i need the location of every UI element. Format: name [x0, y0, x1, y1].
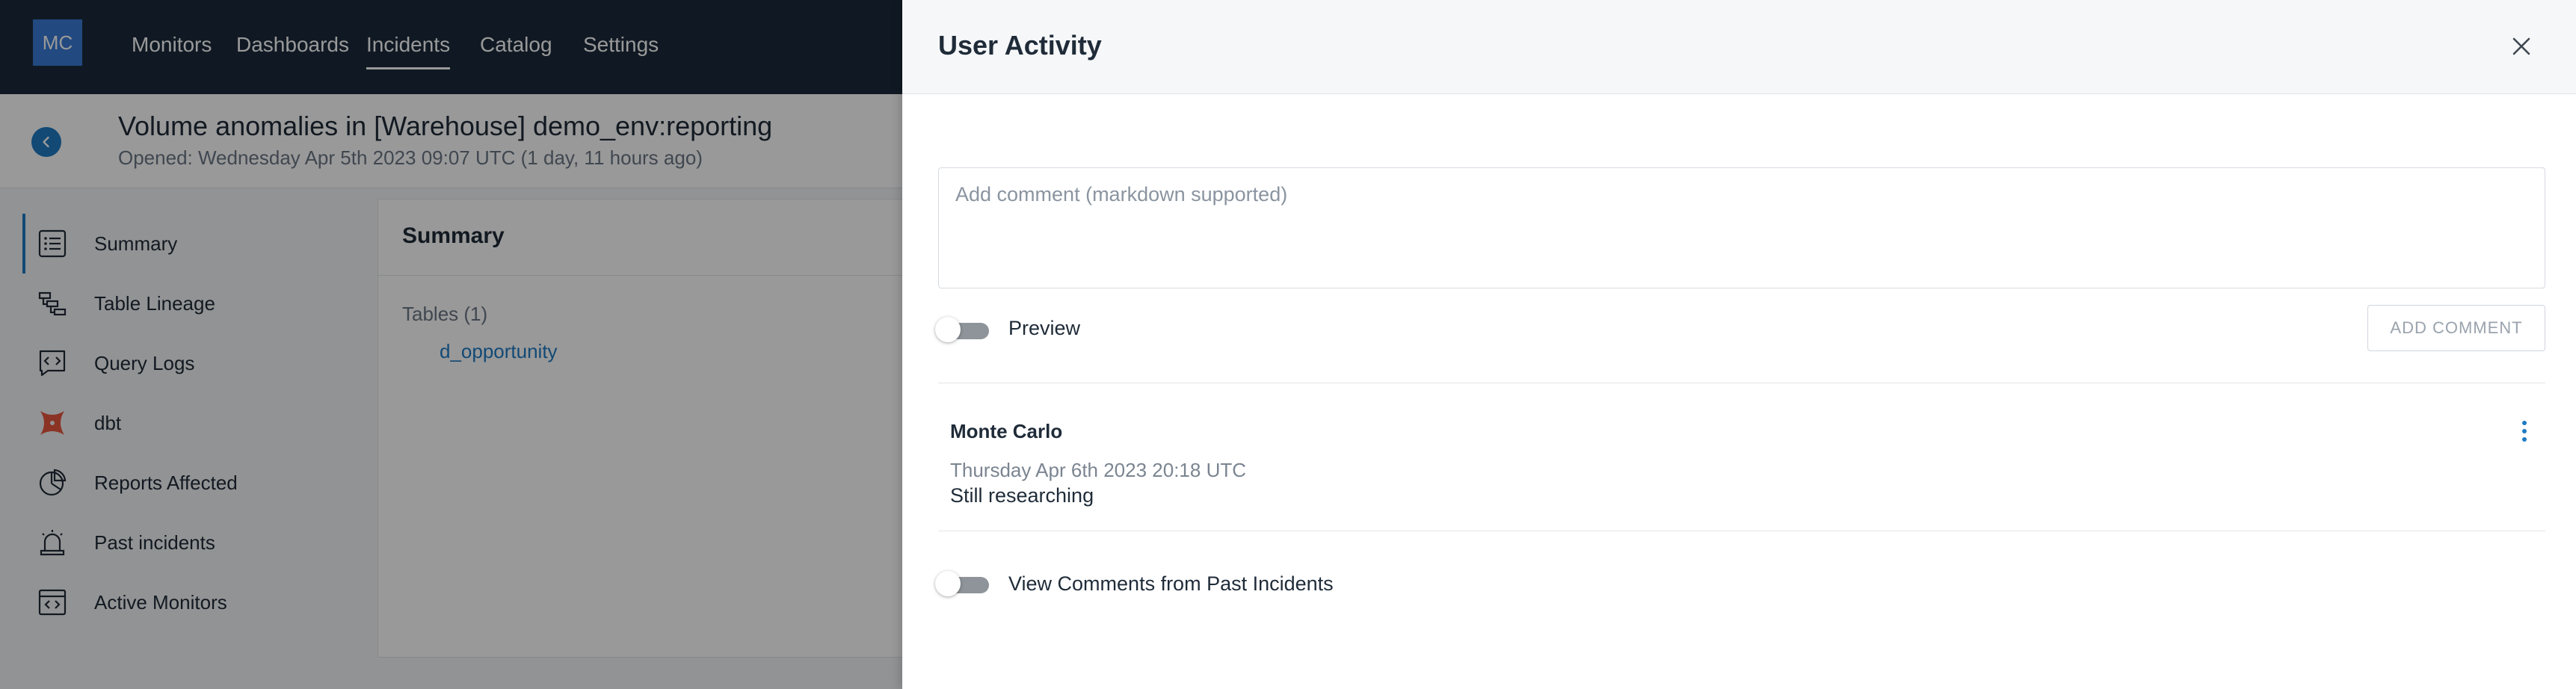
comment-menu-icon[interactable] [2517, 418, 2532, 444]
comment-input[interactable] [938, 167, 2545, 288]
user-activity-drawer: User Activity Preview ADD COMMENT Monte … [902, 0, 2576, 689]
comment-author: Monte Carlo [950, 420, 1063, 442]
add-comment-button[interactable]: ADD COMMENT [2367, 305, 2545, 351]
preview-toggle-knob [935, 317, 961, 342]
comment-text: Still researching [950, 484, 1094, 507]
past-incidents-toggle-knob [935, 571, 961, 596]
close-icon [2512, 37, 2530, 55]
close-button[interactable] [2508, 33, 2535, 60]
preview-toggle[interactable] [935, 315, 989, 342]
past-incidents-toggle[interactable] [935, 569, 989, 596]
past-incidents-label: View Comments from Past Incidents [1008, 572, 1334, 595]
drawer-header: User Activity [902, 0, 2576, 94]
comment-timestamp: Thursday Apr 6th 2023 20:18 UTC [950, 459, 1247, 481]
preview-label: Preview [1008, 317, 1081, 339]
drawer-title: User Activity [938, 30, 1102, 61]
